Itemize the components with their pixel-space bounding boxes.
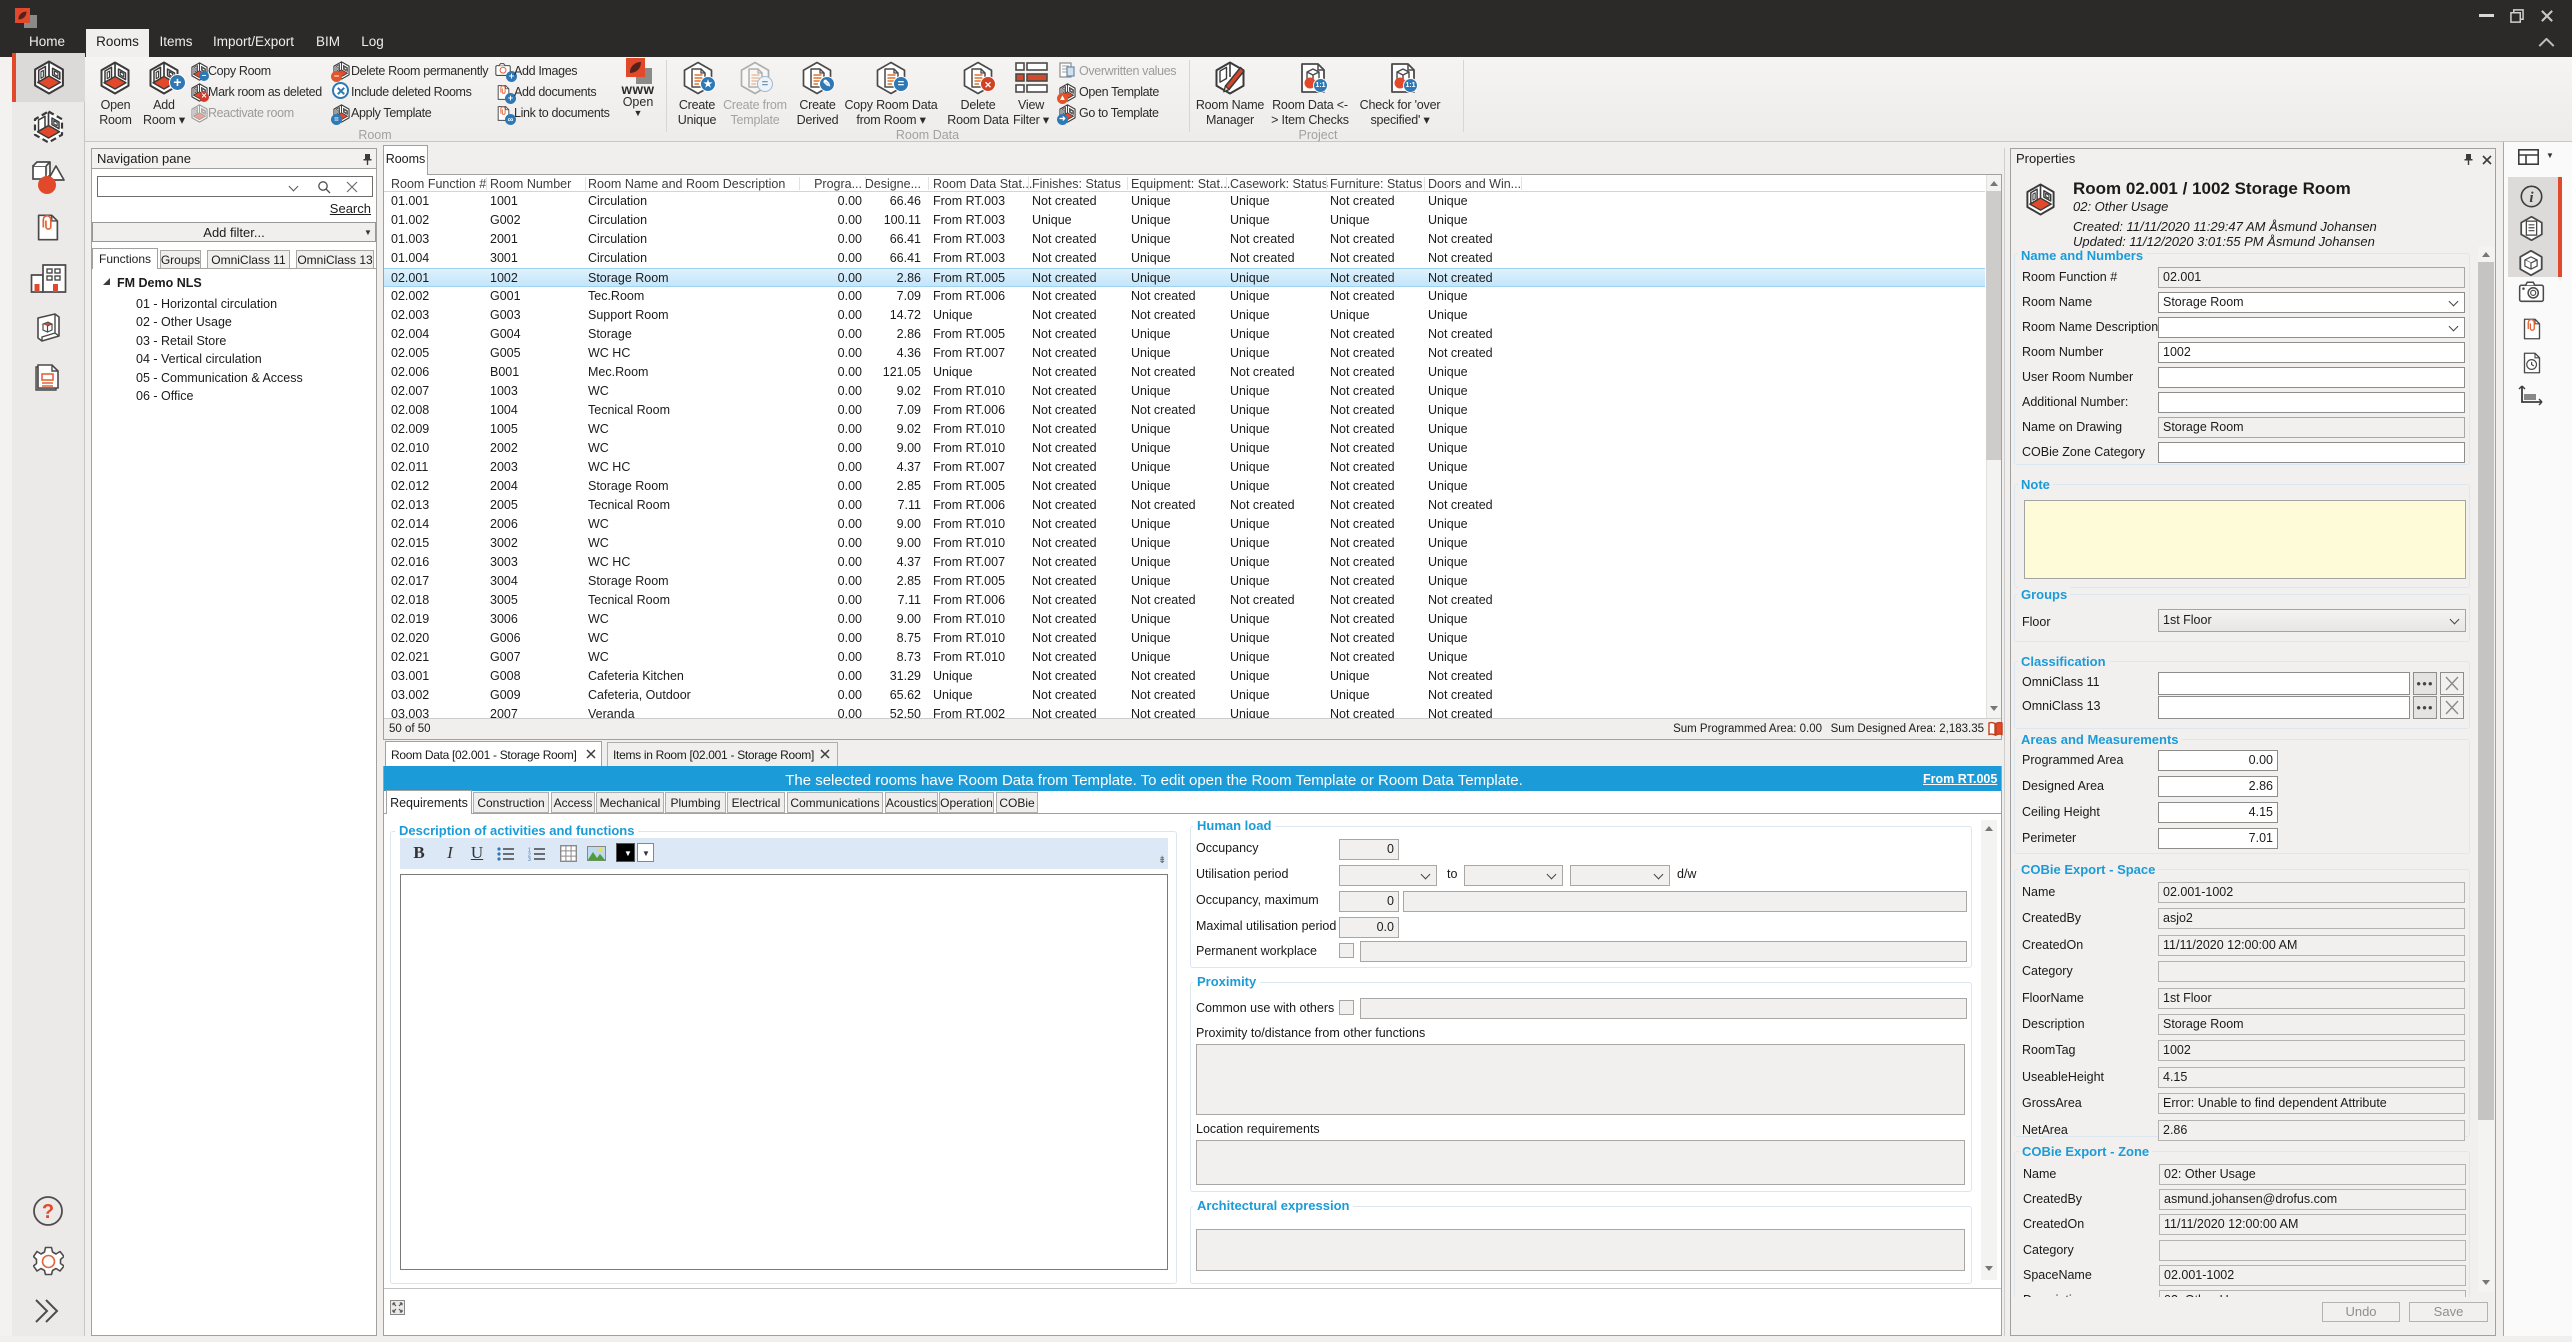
svg-text:3: 3 xyxy=(528,857,531,861)
svg-text:i: i xyxy=(2529,190,2534,206)
svg-text:?: ? xyxy=(42,1201,54,1223)
